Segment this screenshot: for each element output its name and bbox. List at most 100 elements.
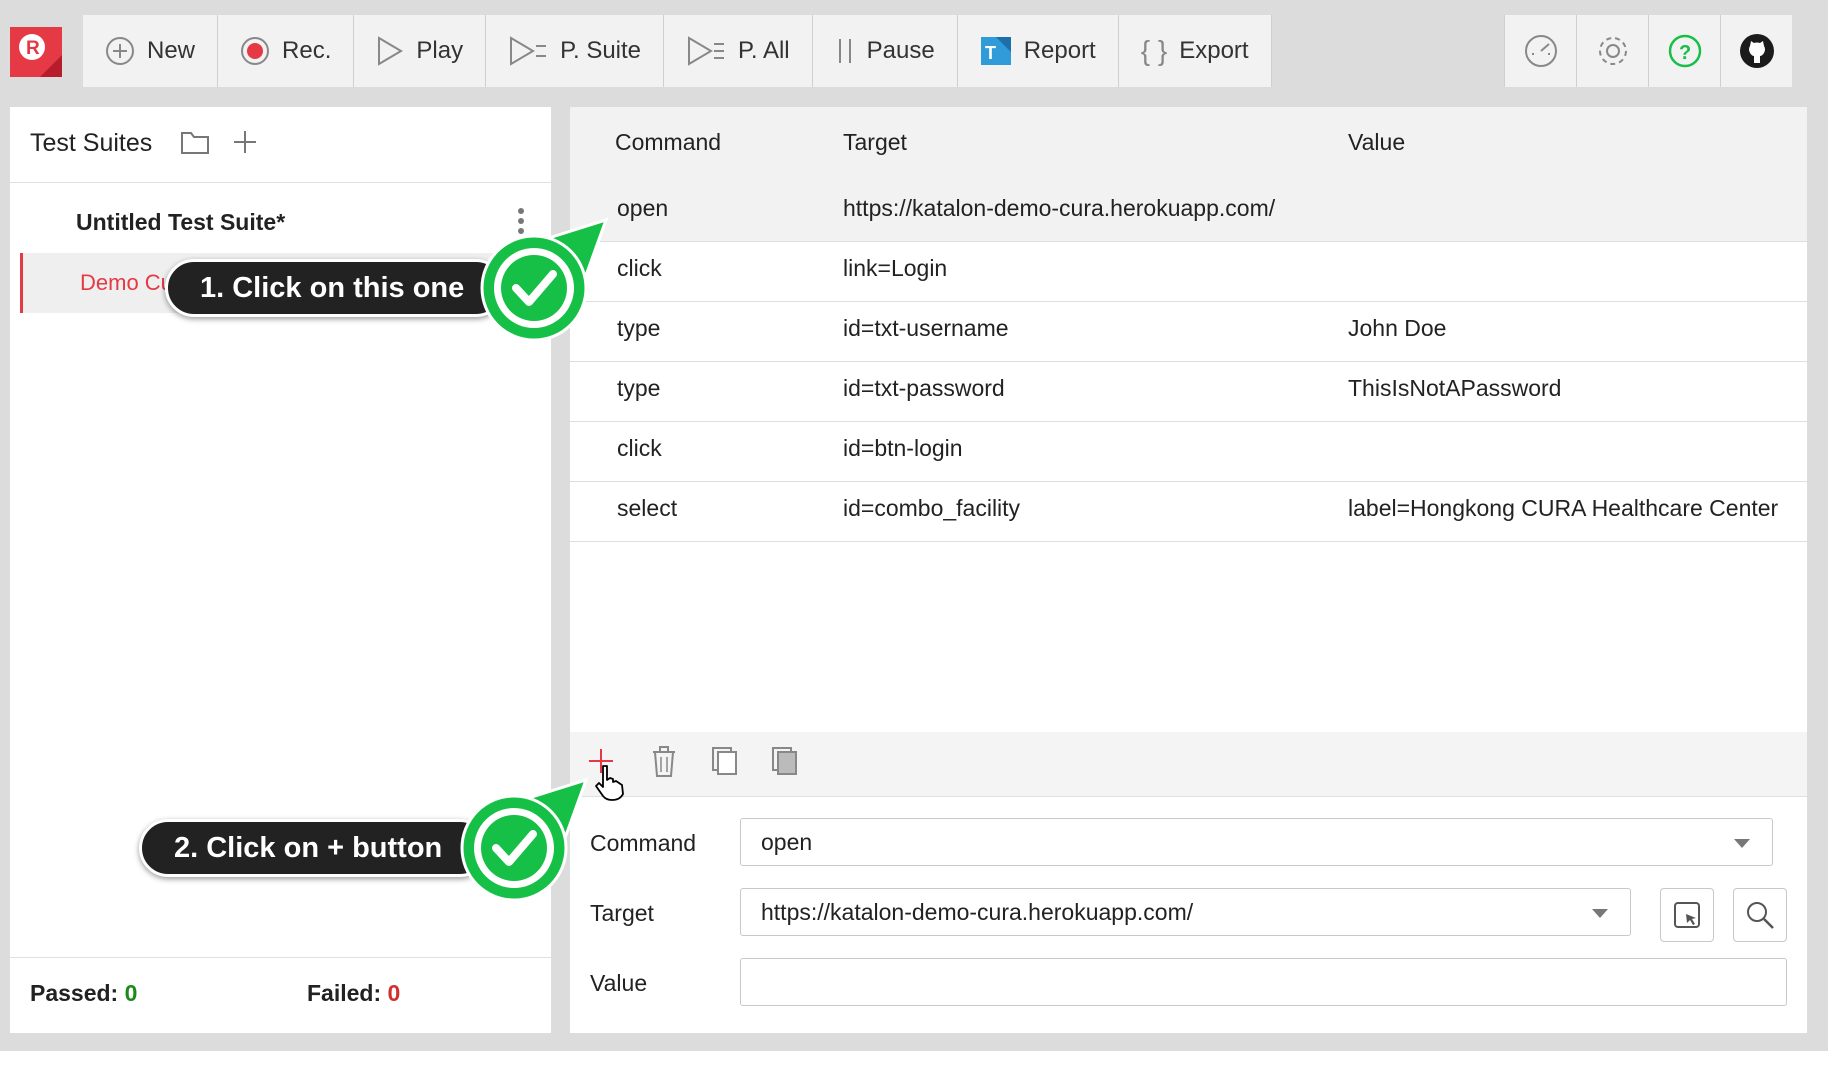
passed-count: Passed: 0: [30, 980, 137, 1007]
checkmark-badge-icon: [460, 777, 588, 902]
cell-command: type: [617, 375, 661, 401]
toolbar-right: ?: [1504, 15, 1792, 87]
plus-circle-icon: [105, 36, 135, 66]
checkmark-badge-icon: [480, 217, 608, 342]
table-row[interactable]: type id=txt-password ThisIsNotAPassword: [570, 362, 1807, 422]
add-suite-icon[interactable]: [232, 129, 258, 155]
test-case-editor: Command Target Value open https://katalo…: [570, 107, 1807, 1033]
play-icon: [376, 36, 404, 66]
passed-label: Passed:: [30, 980, 119, 1006]
target-label: Target: [590, 900, 654, 926]
help-icon: ?: [1668, 34, 1701, 68]
cell-command: open: [617, 195, 669, 221]
test-suites-title: Test Suites: [30, 129, 153, 157]
callout-step-1: 1. Click on this one: [165, 259, 505, 317]
cell-command: click: [617, 435, 662, 461]
select-target-button[interactable]: [1660, 888, 1714, 942]
play-suite-button-label: P. Suite: [560, 37, 642, 64]
trash-icon[interactable]: [651, 746, 677, 778]
header-target: Target: [843, 129, 907, 155]
cell-target: id=btn-login: [843, 435, 963, 461]
record-icon: [240, 36, 270, 66]
svg-text:T: T: [985, 43, 996, 63]
github-button[interactable]: [1720, 15, 1792, 87]
play-all-button-label: P. All: [738, 37, 790, 64]
gear-icon: [1598, 37, 1627, 65]
select-element-icon: [1674, 902, 1700, 928]
settings-button[interactable]: [1576, 15, 1648, 87]
pause-icon: [835, 36, 855, 66]
play-all-icon: [686, 36, 726, 66]
callout-step-1-text: 1. Click on this one: [200, 271, 465, 304]
chevron-down-icon: [1734, 839, 1750, 848]
callout-step-2-text: 2. Click on + button: [174, 831, 443, 864]
failed-label: Failed:: [307, 980, 382, 1006]
play-suite-button[interactable]: P. Suite: [486, 15, 665, 87]
svg-text:?: ?: [1679, 42, 1691, 64]
find-target-button[interactable]: [1733, 888, 1787, 942]
cell-target: id=txt-username: [843, 315, 1009, 341]
test-suites-header: Test Suites: [10, 107, 551, 183]
cell-target: id=txt-password: [843, 375, 1005, 401]
header-command: Command: [615, 129, 722, 155]
cell-target: https://katalon-demo-cura.herokuapp.com/: [843, 195, 1276, 221]
search-icon: [1747, 902, 1774, 929]
speed-button[interactable]: [1504, 15, 1576, 87]
cell-value: ThisIsNotAPassword: [1348, 375, 1562, 401]
svg-text:R: R: [26, 38, 40, 59]
cell-target: id=combo_facility: [843, 495, 1021, 521]
table-row[interactable]: open https://katalon-demo-cura.herokuapp…: [570, 182, 1807, 242]
target-select-value: https://katalon-demo-cura.herokuapp.com/: [761, 899, 1194, 925]
katalon-recorder-logo: R: [10, 27, 62, 77]
github-icon: [1739, 34, 1774, 68]
paste-icon[interactable]: [771, 746, 799, 776]
cell-value: label=Hongkong CURA Healthcare Center: [1348, 495, 1779, 521]
cell-command: click: [617, 255, 662, 281]
export-button-label: Export: [1179, 37, 1249, 64]
folder-icon[interactable]: [180, 129, 210, 155]
test-suite-name[interactable]: Untitled Test Suite*: [76, 209, 285, 236]
command-select[interactable]: open: [740, 818, 1773, 866]
report-button[interactable]: T Report: [957, 15, 1119, 87]
cell-target: link=Login: [843, 255, 948, 281]
target-select[interactable]: https://katalon-demo-cura.herokuapp.com/: [740, 888, 1631, 936]
callout-step-2: 2. Click on + button: [139, 819, 489, 877]
speedometer-icon: [1524, 35, 1557, 67]
table-row[interactable]: click link=Login: [570, 242, 1807, 302]
pause-button-label: Pause: [866, 37, 935, 64]
app-window: R New Rec. Play P. Suite P. All Pause T …: [0, 0, 1828, 1051]
play-button-label: Play: [416, 37, 464, 64]
table-row[interactable]: type id=txt-username John Doe: [570, 302, 1807, 362]
table-row[interactable]: click id=btn-login: [570, 422, 1807, 482]
play-suite-icon: [508, 36, 548, 66]
value-input[interactable]: [740, 958, 1787, 1006]
table-row[interactable]: select id=combo_facility label=Hongkong …: [570, 482, 1807, 542]
command-actions-bar: [570, 732, 1807, 801]
copy-icon[interactable]: [711, 746, 739, 776]
value-label: Value: [590, 970, 648, 996]
new-button-label: New: [147, 37, 196, 64]
failed-count: Failed: 0: [307, 980, 400, 1007]
failed-value: 0: [387, 980, 401, 1006]
cell-value: John Doe: [1348, 315, 1447, 341]
katalon-report-icon: T: [980, 36, 1012, 66]
command-label: Command: [590, 830, 697, 856]
header-value: Value: [1348, 129, 1406, 155]
cell-command: type: [617, 315, 661, 341]
new-button[interactable]: New: [83, 15, 219, 87]
passed-value: 0: [124, 980, 138, 1006]
command-table-header: Command Target Value: [570, 107, 1807, 183]
report-button-label: Report: [1023, 37, 1096, 64]
play-all-button[interactable]: P. All: [664, 15, 813, 87]
cell-command: select: [617, 495, 678, 521]
pause-button[interactable]: Pause: [812, 15, 958, 87]
play-button[interactable]: Play: [354, 15, 487, 87]
main-toolbar: New Rec. Play P. Suite P. All Pause T Re…: [83, 15, 1272, 87]
record-button-label: Rec.: [282, 37, 332, 64]
help-button[interactable]: ?: [1648, 15, 1720, 87]
chevron-down-icon: [1592, 909, 1608, 918]
hand-cursor-icon: [595, 765, 624, 801]
record-button[interactable]: Rec.: [218, 15, 355, 87]
export-button[interactable]: { } Export: [1118, 15, 1272, 87]
braces-icon: { }: [1140, 35, 1168, 66]
